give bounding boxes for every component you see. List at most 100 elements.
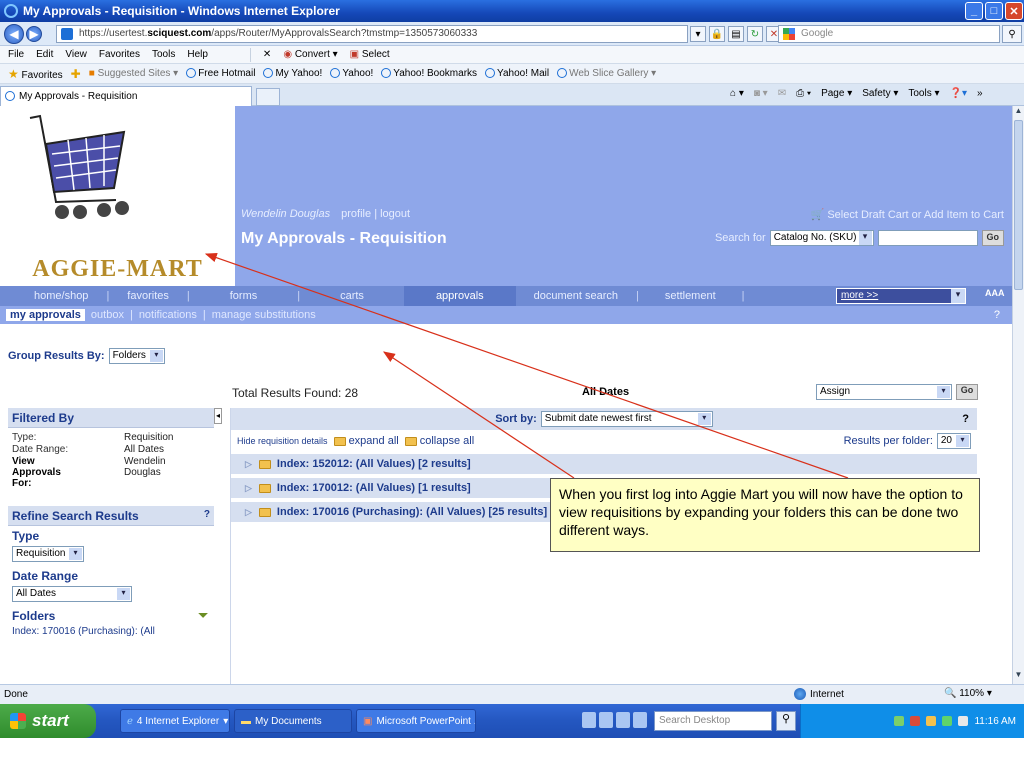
quick-launch-icon[interactable]	[599, 712, 613, 728]
refine-help[interactable]: ?	[204, 509, 210, 520]
logout-link[interactable]: logout	[380, 208, 410, 220]
expand-all-link[interactable]: expand all	[333, 435, 399, 447]
folder-row[interactable]: ▷ Index: 152012: (All Values) [2 results]	[231, 454, 977, 476]
nav-forms[interactable]: forms	[190, 290, 298, 302]
collapse-sidebar-icon[interactable]: ◂	[214, 408, 222, 424]
sort-help[interactable]: ?	[962, 413, 969, 425]
back-button[interactable]: ◀	[4, 24, 24, 44]
action-select[interactable]: Assign ▾	[816, 384, 952, 400]
taskbar-item-my-documents[interactable]: ▬ My Documents	[234, 709, 352, 733]
fav-suggested-sites[interactable]: ■ Suggested Sites ▾	[89, 68, 178, 79]
print-icon[interactable]: ⎙ ▾	[796, 88, 811, 99]
desktop-search-input[interactable]: Search Desktop	[654, 711, 772, 731]
taskbar-item-ie[interactable]: ℯ4 Internet Explorer ▾	[120, 709, 230, 733]
taskbar-item-powerpoint[interactable]: ▣ Microsoft PowerPoint ...	[356, 709, 476, 733]
mail-icon[interactable]: ✉	[778, 88, 786, 99]
scroll-down-icon[interactable]: ▼	[1014, 670, 1023, 682]
subnav-notifications[interactable]: notifications	[139, 309, 197, 321]
refresh-icon[interactable]: ↻	[747, 26, 763, 42]
filter-value: Wendelin Douglas	[124, 456, 166, 478]
safety-menu[interactable]: Safety ▾	[862, 88, 898, 99]
search-go-icon[interactable]: ⚲	[1002, 25, 1022, 43]
favorites-button[interactable]: ★ Favorites	[8, 67, 63, 81]
subnav-manage-substitutions[interactable]: manage substitutions	[212, 309, 316, 321]
compatibility-icon[interactable]: ▤	[728, 26, 744, 42]
nav-home-shop[interactable]: home/shop	[0, 290, 106, 302]
maximize-button[interactable]: □	[985, 2, 1003, 20]
sort-select[interactable]: Submit date newest first ▾	[540, 411, 713, 427]
quick-launch-icon[interactable]	[582, 712, 596, 728]
add-favorite-icon[interactable]: ✚	[71, 67, 81, 81]
date-range-select[interactable]: All Dates ▾	[12, 586, 132, 602]
nav-document-search[interactable]: document search	[516, 290, 636, 302]
tray-icon[interactable]	[926, 716, 937, 726]
fav-my-yahoo[interactable]: My Yahoo!	[263, 68, 322, 79]
fav-yahoo-mail[interactable]: Yahoo! Mail	[485, 68, 549, 79]
subnav-help[interactable]: ?	[994, 309, 1000, 321]
select-button[interactable]: ▣ Select	[350, 49, 390, 60]
quick-launch-icon[interactable]	[616, 712, 630, 728]
menu-favorites[interactable]: Favorites	[99, 49, 140, 60]
fav-yahoo[interactable]: Yahoo!	[330, 68, 373, 79]
filter-funnel-icon[interactable]: ⏷	[198, 608, 208, 623]
tray-icon[interactable]	[958, 716, 969, 726]
browser-search-input[interactable]: Google	[778, 25, 1000, 43]
fav-web-slice-gallery[interactable]: Web Slice Gallery ▾	[557, 68, 656, 79]
type-select[interactable]: Requisition ▾	[12, 546, 84, 562]
close-window-button[interactable]: ✕	[1005, 2, 1023, 20]
feeds-icon[interactable]: ◙ ▾	[754, 88, 768, 99]
help-icon[interactable]: ❓▾	[950, 88, 967, 99]
nav-settlement[interactable]: settlement	[639, 290, 742, 302]
action-go-button[interactable]: Go	[956, 384, 978, 400]
subnav-outbox[interactable]: outbox	[91, 309, 124, 321]
tray-icon[interactable]	[894, 716, 905, 726]
quick-launch-icon[interactable]	[633, 712, 647, 728]
filter-row: Date Range: All Dates	[12, 444, 210, 455]
details-toolbar: Hide requisition details expand all coll…	[231, 430, 977, 452]
nav-more-select[interactable]: more >> ▾	[836, 288, 966, 304]
per-folder-select[interactable]: 20 ▾	[936, 433, 971, 449]
sidebar-folder-item[interactable]: Index: 170016 (Purchasing): (All	[8, 626, 214, 637]
dropdown-arrow-icon[interactable]: ▾	[690, 26, 706, 42]
address-input[interactable]: https://usertest.sciquest.com/apps/Route…	[56, 25, 688, 43]
tray-icon[interactable]	[910, 716, 921, 726]
page-scrollbar[interactable]: ▲ ▼	[1012, 106, 1024, 684]
collapse-all-link[interactable]: collapse all	[404, 435, 474, 447]
tab-my-approvals[interactable]: My Approvals - Requisition	[0, 86, 252, 106]
page-menu[interactable]: Page ▾	[821, 88, 852, 99]
group-results-select[interactable]: Folders ▾	[108, 348, 165, 364]
hide-details-link[interactable]: Hide requisition details	[237, 436, 328, 446]
font-size-control[interactable]: AAA	[985, 288, 1005, 298]
nav-carts[interactable]: carts	[300, 290, 404, 302]
tray-icon[interactable]	[942, 716, 953, 726]
menu-tools[interactable]: Tools	[152, 49, 175, 60]
zoom-control[interactable]: 🔍 110% ▾	[944, 688, 992, 699]
scroll-up-icon[interactable]: ▲	[1014, 106, 1023, 118]
nav-approvals[interactable]: approvals	[403, 286, 516, 306]
start-button[interactable]: start	[0, 704, 96, 738]
tools-menu[interactable]: Tools ▾	[908, 88, 939, 99]
convert-button[interactable]: ◉ Convert ▾	[283, 49, 337, 60]
close-toolbar-icon[interactable]: ✕	[263, 49, 271, 60]
menu-edit[interactable]: Edit	[36, 49, 53, 60]
chevron-right-icon[interactable]: »	[977, 88, 983, 99]
fav-yahoo-bookmarks[interactable]: Yahoo! Bookmarks	[381, 68, 477, 79]
lock-icon[interactable]: 🔒	[709, 26, 725, 42]
forward-button[interactable]: ▶	[26, 26, 42, 42]
menu-view[interactable]: View	[65, 49, 87, 60]
menu-help[interactable]: Help	[187, 49, 208, 60]
profile-link[interactable]: profile	[341, 208, 371, 220]
search-icon[interactable]: ⚲	[776, 711, 796, 731]
scrollbar-thumb[interactable]	[1014, 120, 1023, 290]
minimize-button[interactable]: _	[965, 2, 983, 20]
menu-file[interactable]: File	[8, 49, 24, 60]
home-icon[interactable]: ⌂ ▾	[730, 88, 744, 99]
search-type-select[interactable]: Catalog No. (SKU)	[769, 230, 874, 246]
catalog-go-button[interactable]: Go	[981, 230, 1004, 246]
new-tab-button[interactable]	[256, 88, 280, 106]
nav-favorites[interactable]: favorites	[109, 290, 187, 302]
select-cart-link[interactable]: 🛒 Select Draft Cart or Add Item to Cart	[811, 208, 1004, 221]
catalog-search-input[interactable]	[877, 230, 978, 246]
subnav-my-approvals[interactable]: my approvals	[6, 309, 85, 321]
fav-free-hotmail[interactable]: Free Hotmail	[186, 68, 255, 79]
